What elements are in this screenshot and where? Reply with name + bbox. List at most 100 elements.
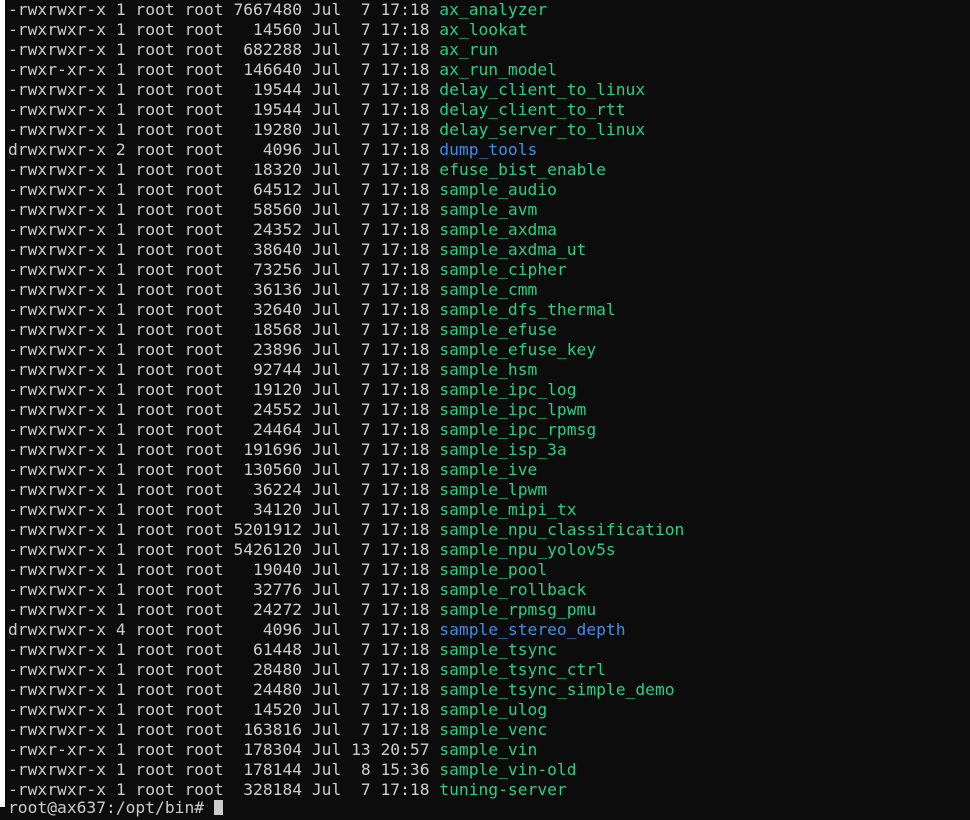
file-name: sample_venc (439, 720, 548, 739)
listing-row: -rwxrwxr-x 1 root root 18568 Jul 7 17:18… (8, 320, 968, 340)
file-name: sample_ipc_log (439, 380, 577, 399)
terminal-output[interactable]: -rwxrwxr-x 1 root root 7667480 Jul 7 17:… (8, 0, 968, 820)
listing-row: -rwxr-xr-x 1 root root 178304 Jul 13 20:… (8, 740, 968, 760)
listing-row: -rwxrwxr-x 1 root root 24552 Jul 7 17:18… (8, 400, 968, 420)
file-meta: -rwxrwxr-x 1 root root 32776 Jul 7 17:18 (8, 580, 440, 599)
listing-row: -rwxrwxr-x 1 root root 61448 Jul 7 17:18… (8, 640, 968, 660)
file-meta: -rwxrwxr-x 1 root root 28480 Jul 7 17:18 (8, 660, 440, 679)
file-meta: -rwxrwxr-x 1 root root 73256 Jul 7 17:18 (8, 260, 440, 279)
directory-name: sample_stereo_depth (439, 620, 626, 639)
file-name: sample_cmm (439, 280, 538, 299)
file-name: delay_client_to_rtt (439, 100, 626, 119)
listing-row: -rwxrwxr-x 1 root root 163816 Jul 7 17:1… (8, 720, 968, 740)
file-meta: -rwxrwxr-x 1 root root 682288 Jul 7 17:1… (8, 40, 440, 59)
file-name: sample_ipc_rpmsg (439, 420, 597, 439)
file-meta: -rwxrwxr-x 1 root root 58560 Jul 7 17:18 (8, 200, 440, 219)
text-cursor (213, 800, 223, 815)
listing-row: -rwxrwxr-x 1 root root 19040 Jul 7 17:18… (8, 560, 968, 580)
file-meta: -rwxrwxr-x 1 root root 191696 Jul 7 17:1… (8, 440, 440, 459)
file-meta: -rwxrwxr-x 1 root root 19280 Jul 7 17:18 (8, 120, 440, 139)
file-meta: -rwxrwxr-x 1 root root 36136 Jul 7 17:18 (8, 280, 440, 299)
file-meta: -rwxrwxr-x 1 root root 92744 Jul 7 17:18 (8, 360, 440, 379)
file-name: ax_run_model (439, 60, 557, 79)
file-meta: -rwxrwxr-x 1 root root 14520 Jul 7 17:18 (8, 700, 440, 719)
file-meta: -rwxrwxr-x 1 root root 24464 Jul 7 17:18 (8, 420, 440, 439)
listing-row: -rwxr-xr-x 1 root root 146640 Jul 7 17:1… (8, 60, 968, 80)
file-meta: -rwxrwxr-x 1 root root 19544 Jul 7 17:18 (8, 100, 440, 119)
file-name: sample_efuse_key (439, 340, 597, 359)
file-meta: -rwxrwxr-x 1 root root 130560 Jul 7 17:1… (8, 460, 440, 479)
file-name: sample_rpmsg_pmu (439, 600, 597, 619)
file-meta: -rwxrwxr-x 1 root root 64512 Jul 7 17:18 (8, 180, 440, 199)
file-name: sample_tsync_ctrl (439, 660, 606, 679)
listing-row: -rwxrwxr-x 1 root root 14560 Jul 7 17:18… (8, 20, 968, 40)
file-meta: -rwxrwxr-x 1 root root 19120 Jul 7 17:18 (8, 380, 440, 399)
file-name: sample_lpwm (439, 480, 548, 499)
window-border (0, 0, 5, 807)
file-name: sample_ive (439, 460, 538, 479)
directory-name: dump_tools (439, 140, 538, 159)
listing-row: -rwxrwxr-x 1 root root 130560 Jul 7 17:1… (8, 460, 968, 480)
listing-row: -rwxrwxr-x 1 root root 58560 Jul 7 17:18… (8, 200, 968, 220)
file-name: delay_client_to_linux (439, 80, 646, 99)
listing-row: -rwxrwxr-x 1 root root 5426120 Jul 7 17:… (8, 540, 968, 560)
file-name: ax_lookat (439, 20, 528, 39)
file-meta: -rwxrwxr-x 1 root root 61448 Jul 7 17:18 (8, 640, 440, 659)
file-meta: -rwxrwxr-x 1 root root 178144 Jul 8 15:3… (8, 760, 440, 779)
listing-row: -rwxrwxr-x 1 root root 178144 Jul 8 15:3… (8, 760, 968, 780)
listing-row: drwxrwxr-x 2 root root 4096 Jul 7 17:18 … (8, 140, 968, 160)
file-meta: -rwxrwxr-x 1 root root 23896 Jul 7 17:18 (8, 340, 440, 359)
listing-row: -rwxrwxr-x 1 root root 64512 Jul 7 17:18… (8, 180, 968, 200)
listing-row: -rwxrwxr-x 1 root root 28480 Jul 7 17:18… (8, 660, 968, 680)
file-meta: -rwxrwxr-x 1 root root 24480 Jul 7 17:18 (8, 680, 440, 699)
file-name: sample_npu_yolov5s (439, 540, 616, 559)
listing-row: -rwxrwxr-x 1 root root 328184 Jul 7 17:1… (8, 780, 968, 800)
file-name: sample_ulog (439, 700, 548, 719)
file-name: efuse_bist_enable (439, 160, 606, 179)
listing-row: -rwxrwxr-x 1 root root 32776 Jul 7 17:18… (8, 580, 968, 600)
file-meta: -rwxrwxr-x 1 root root 19040 Jul 7 17:18 (8, 560, 440, 579)
file-name: sample_tsync_simple_demo (439, 680, 675, 699)
file-name: tuning-server (439, 780, 567, 799)
file-name: sample_vin (439, 740, 538, 759)
listing-row: -rwxrwxr-x 1 root root 7667480 Jul 7 17:… (8, 0, 968, 20)
file-name: sample_rollback (439, 580, 587, 599)
listing-row: -rwxrwxr-x 1 root root 32640 Jul 7 17:18… (8, 300, 968, 320)
file-meta: -rwxrwxr-x 1 root root 5426120 Jul 7 17:… (8, 540, 440, 559)
file-meta: -rwxrwxr-x 1 root root 24552 Jul 7 17:18 (8, 400, 440, 419)
file-name: sample_avm (439, 200, 538, 219)
file-name: sample_audio (439, 180, 557, 199)
listing-row: -rwxrwxr-x 1 root root 36136 Jul 7 17:18… (8, 280, 968, 300)
file-meta: -rwxrwxr-x 1 root root 38640 Jul 7 17:18 (8, 240, 440, 259)
file-meta: -rwxrwxr-x 1 root root 5201912 Jul 7 17:… (8, 520, 440, 539)
file-meta: -rwxrwxr-x 1 root root 34120 Jul 7 17:18 (8, 500, 440, 519)
file-name: sample_ipc_lpwm (439, 400, 587, 419)
file-name: sample_pool (439, 560, 548, 579)
file-meta: -rwxrwxr-x 1 root root 18568 Jul 7 17:18 (8, 320, 440, 339)
listing-row: -rwxrwxr-x 1 root root 24464 Jul 7 17:18… (8, 420, 968, 440)
listing-row: -rwxrwxr-x 1 root root 73256 Jul 7 17:18… (8, 260, 968, 280)
file-name: ax_run (439, 40, 499, 59)
listing-row: -rwxrwxr-x 1 root root 14520 Jul 7 17:18… (8, 700, 968, 720)
file-meta: -rwxrwxr-x 1 root root 163816 Jul 7 17:1… (8, 720, 440, 739)
listing-row: -rwxrwxr-x 1 root root 36224 Jul 7 17:18… (8, 480, 968, 500)
listing-row: -rwxrwxr-x 1 root root 18320 Jul 7 17:18… (8, 160, 968, 180)
file-name: sample_vin-old (439, 760, 577, 779)
file-name: sample_tsync (439, 640, 557, 659)
file-meta: -rwxrwxr-x 1 root root 328184 Jul 7 17:1… (8, 780, 440, 799)
file-meta: drwxrwxr-x 2 root root 4096 Jul 7 17:18 (8, 140, 440, 159)
file-name: ax_analyzer (439, 0, 548, 19)
file-meta: -rwxrwxr-x 1 root root 18320 Jul 7 17:18 (8, 160, 440, 179)
listing-row: -rwxrwxr-x 1 root root 682288 Jul 7 17:1… (8, 40, 968, 60)
file-meta: -rwxrwxr-x 1 root root 24272 Jul 7 17:18 (8, 600, 440, 619)
listing-row: -rwxrwxr-x 1 root root 23896 Jul 7 17:18… (8, 340, 968, 360)
listing-row: -rwxrwxr-x 1 root root 24272 Jul 7 17:18… (8, 600, 968, 620)
listing-row: -rwxrwxr-x 1 root root 34120 Jul 7 17:18… (8, 500, 968, 520)
file-name: sample_efuse (439, 320, 557, 339)
file-name: sample_mipi_tx (439, 500, 577, 519)
listing-row: -rwxrwxr-x 1 root root 92744 Jul 7 17:18… (8, 360, 968, 380)
file-meta: drwxrwxr-x 4 root root 4096 Jul 7 17:18 (8, 620, 440, 639)
prompt-line[interactable]: root@ax637:/opt/bin# (8, 798, 968, 818)
terminal-window[interactable]: -rwxrwxr-x 1 root root 7667480 Jul 7 17:… (0, 0, 970, 817)
file-name: sample_isp_3a (439, 440, 567, 459)
